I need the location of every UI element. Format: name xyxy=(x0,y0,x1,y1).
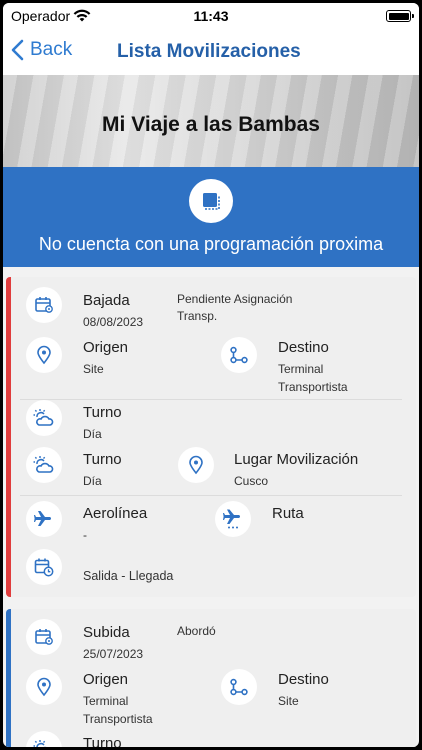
back-label: Back xyxy=(30,39,73,60)
screen: Operador 11:43 Back Lista Movilizaciones… xyxy=(3,3,419,747)
trip-status-line1: Pendiente Asignación xyxy=(177,292,293,306)
destination-label: Destino xyxy=(278,671,329,688)
trip-status-line2: Transp. xyxy=(177,309,218,323)
weather-day-icon xyxy=(26,731,62,747)
back-button[interactable]: Back xyxy=(11,39,72,61)
chevron-left-icon xyxy=(11,39,24,61)
trip-type: Subida xyxy=(83,624,130,641)
calendar-location-icon xyxy=(26,287,62,323)
no-schedule-banner: No cuencta con una programación proxima xyxy=(3,167,419,267)
destination-value: Site xyxy=(278,694,299,708)
destination-label: Destino xyxy=(278,339,329,356)
origin-label: Origen xyxy=(83,339,129,356)
origin-value: Site xyxy=(83,362,104,376)
shift-value: Día xyxy=(83,427,102,441)
airline-label: Aerolínea xyxy=(83,505,148,522)
mobilization-place-label: Lugar Movilización xyxy=(234,451,359,468)
status-stripe xyxy=(6,609,11,747)
no-schedule-icon xyxy=(189,179,233,223)
destination-line1: Terminal xyxy=(278,362,324,376)
hero-title: Mi Viaje a las Bambas xyxy=(102,113,320,136)
destination-line2: Transportista xyxy=(278,380,348,394)
location-pin-icon xyxy=(26,669,62,705)
origin-line2: Transportista xyxy=(83,712,153,726)
no-schedule-message: No cuencta con una programación proxima xyxy=(38,234,384,254)
airline-value: - xyxy=(83,528,87,542)
origin-line1: Terminal xyxy=(83,694,129,708)
divider xyxy=(20,399,402,400)
mobilization-place-value: Cusco xyxy=(234,474,269,488)
origin-label: Origen xyxy=(83,671,129,688)
trip-date: 08/08/2023 xyxy=(83,315,144,329)
route-label: Ruta xyxy=(272,505,304,522)
location-pin-icon xyxy=(26,337,62,373)
trip-type: Bajada xyxy=(83,292,130,309)
trip-date: 25/07/2023 xyxy=(83,647,144,661)
location-pin-icon xyxy=(178,447,214,483)
calendar-location-icon xyxy=(26,619,62,655)
page-title: Lista Movilizaciones xyxy=(117,41,301,62)
hero-banner: Mi Viaje a las Bambas xyxy=(3,75,419,167)
shift-value: Día xyxy=(83,474,102,488)
departure-arrival: Salida - Llegada xyxy=(83,569,174,583)
shift-label: Turno xyxy=(83,404,122,421)
shift-label: Turno xyxy=(83,735,122,747)
trip-card[interactable]: Bajada 08/08/2023 Pendiente Asignación T… xyxy=(6,277,416,597)
shift-label: Turno xyxy=(83,451,122,468)
weather-day-icon xyxy=(26,447,62,483)
airplane-icon xyxy=(26,501,62,537)
status-stripe xyxy=(6,277,11,597)
trip-status-line1: Abordó xyxy=(177,624,216,638)
divider xyxy=(20,495,402,496)
route-icon xyxy=(221,669,257,705)
clock: 11:43 xyxy=(193,8,229,24)
calendar-clock-icon xyxy=(26,549,62,585)
trip-card[interactable]: Subida 25/07/2023 Abordó Origen Terminal… xyxy=(6,609,416,747)
route-icon xyxy=(221,337,257,373)
battery-icon xyxy=(386,10,414,22)
flight-route-icon xyxy=(215,501,251,537)
navigation-bar: Back Lista Movilizaciones xyxy=(3,31,419,75)
weather-day-icon xyxy=(26,400,62,436)
status-bar: Operador 11:43 xyxy=(3,3,419,31)
